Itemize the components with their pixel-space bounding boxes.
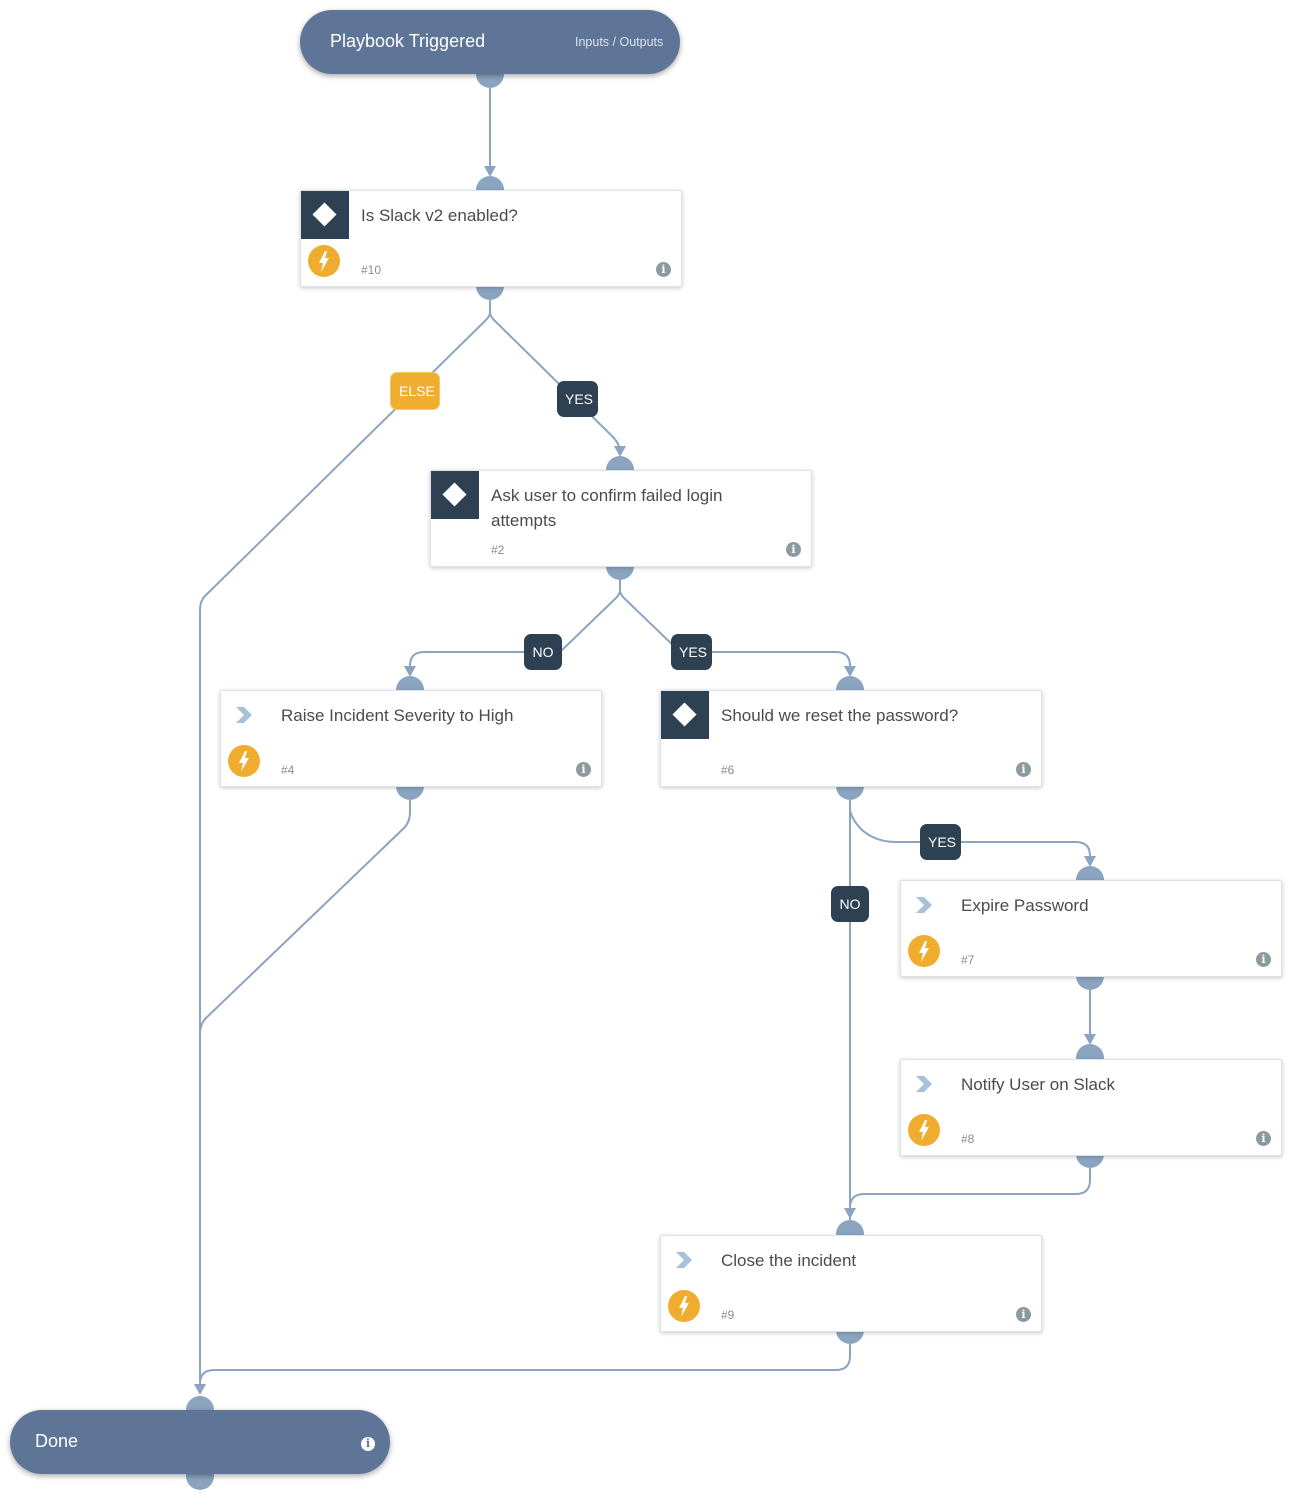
inputs-outputs-link[interactable]: Inputs / Outputs bbox=[575, 35, 663, 49]
task-name: Expire Password bbox=[961, 896, 1089, 915]
task-number: #9 bbox=[721, 1308, 735, 1322]
task-number: #8 bbox=[961, 1132, 975, 1146]
edge-2-yes bbox=[619, 589, 851, 667]
condition-icon-box bbox=[431, 471, 479, 519]
edge-6-yes bbox=[849, 809, 1091, 857]
task-number: #2 bbox=[491, 543, 505, 557]
task-6-condition[interactable]: Should we reset the password? #6 i bbox=[660, 690, 1042, 787]
edge-10-else bbox=[199, 300, 491, 1380]
condition-icon-box bbox=[301, 191, 349, 239]
task-number: #7 bbox=[961, 953, 975, 967]
edge-4-to-done bbox=[199, 800, 411, 1035]
task-name: Notify User on Slack bbox=[961, 1075, 1115, 1094]
info-icon[interactable]: i bbox=[656, 262, 671, 277]
task-8-action[interactable]: Notify User on Slack #8 i bbox=[900, 1059, 1282, 1156]
start-node-title: Playbook Triggered bbox=[330, 31, 486, 51]
start-node-playbook-triggered[interactable]: Playbook Triggered Inputs / Outputs bbox=[300, 10, 680, 74]
branch-label-yes[interactable]: YES bbox=[920, 824, 961, 860]
task-name: Close the incident bbox=[721, 1251, 857, 1270]
task-9-action[interactable]: Close the incident #9 i bbox=[660, 1235, 1042, 1332]
lightning-icon bbox=[668, 1290, 700, 1322]
task-10-condition[interactable]: Is Slack v2 enabled? #10 i bbox=[300, 190, 682, 287]
chevron-right-icon bbox=[916, 897, 932, 913]
chevron-right-icon bbox=[676, 1252, 692, 1268]
lightning-icon bbox=[908, 1114, 940, 1146]
edge-8-to-9 bbox=[849, 1166, 1091, 1209]
end-node-done[interactable]: Done i bbox=[10, 1410, 390, 1474]
branch-label-yes[interactable]: YES bbox=[557, 381, 598, 417]
diamond-icon bbox=[672, 702, 697, 727]
task-2-condition[interactable]: Ask user to confirm failed login attempt… bbox=[430, 470, 812, 567]
branch-label-yes[interactable]: YES bbox=[671, 634, 712, 670]
info-icon[interactable]: i bbox=[1256, 952, 1271, 967]
branch-label-no[interactable]: NO bbox=[524, 634, 562, 670]
chevron-right-icon bbox=[236, 707, 252, 723]
info-icon[interactable]: i bbox=[361, 1437, 375, 1451]
arrowhead bbox=[844, 1208, 856, 1219]
info-icon[interactable]: i bbox=[1256, 1131, 1271, 1146]
task-number: #6 bbox=[721, 763, 735, 777]
info-icon[interactable]: i bbox=[786, 542, 801, 557]
end-node-title: Done bbox=[35, 1431, 79, 1451]
edge-10-yes bbox=[489, 311, 621, 453]
info-icon[interactable]: i bbox=[1016, 762, 1031, 777]
condition-icon-box bbox=[661, 691, 709, 739]
diamond-icon bbox=[442, 482, 467, 507]
edge-2-no bbox=[409, 580, 621, 667]
task-4-action[interactable]: Raise Incident Severity to High #4 i bbox=[220, 690, 602, 787]
branch-label-no[interactable]: NO bbox=[831, 886, 869, 922]
branch-label-else[interactable]: ELSE bbox=[390, 372, 440, 410]
task-number: #10 bbox=[361, 263, 382, 277]
lightning-icon bbox=[308, 245, 340, 277]
diamond-icon bbox=[312, 202, 337, 227]
task-number: #4 bbox=[281, 763, 295, 777]
chevron-right-icon bbox=[916, 1076, 932, 1092]
arrowhead bbox=[194, 1384, 206, 1395]
info-icon[interactable]: i bbox=[1016, 1307, 1031, 1322]
lightning-icon bbox=[908, 935, 940, 967]
task-name: Is Slack v2 enabled? bbox=[361, 206, 518, 225]
task-name: Raise Incident Severity to High bbox=[281, 706, 514, 725]
edge-9-to-done bbox=[199, 1344, 851, 1385]
info-icon[interactable]: i bbox=[576, 762, 591, 777]
task-name: Ask user to confirm failed login attempt… bbox=[491, 486, 723, 530]
lightning-icon bbox=[228, 745, 260, 777]
task-name: Should we reset the password? bbox=[721, 706, 959, 725]
task-7-action[interactable]: Expire Password #7 i bbox=[900, 880, 1282, 977]
